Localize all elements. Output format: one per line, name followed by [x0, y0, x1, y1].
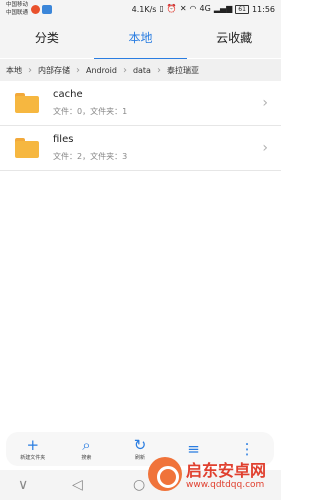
vibrate-icon: ▯	[159, 4, 164, 13]
refresh-icon: ↻	[133, 435, 147, 454]
carrier-1: 中国移动	[6, 2, 29, 8]
chevron-down-icon[interactable]: ∨	[18, 477, 28, 493]
new-folder-button[interactable]: + 新建文件夹	[8, 435, 58, 462]
search-button[interactable]: ⌕ 搜索	[61, 435, 111, 462]
breadcrumb: 本地 › 内部存储 › Android › data › 泰拉瑞亚	[0, 59, 281, 81]
list-item[interactable]: files 文件：2，文件夹：3 ›	[0, 126, 281, 171]
battery-icon: 61	[235, 4, 249, 14]
file-name: cache	[53, 89, 83, 100]
notification-icons	[31, 5, 52, 14]
clock: 11:56	[251, 4, 275, 14]
list-item[interactable]: cache 文件：0，文件夹：1 ›	[0, 81, 281, 126]
breadcrumb-item[interactable]: data	[127, 66, 157, 75]
carrier-labels: 中国移动 中国联通	[6, 1, 28, 17]
file-list: cache 文件：0，文件夹：1 › files 文件：2，文件夹：3 ›	[0, 81, 281, 171]
status-bar: 中国移动 中国联通 4.1K/s ▯ ⏰ ✕ ◠ 4G ▂▄▆ 61 11:56	[0, 0, 281, 20]
plus-icon: +	[26, 435, 40, 454]
watermark-logo	[148, 457, 182, 491]
notification-app-icon-2	[42, 5, 52, 14]
mute-icon: ✕	[179, 4, 187, 13]
status-indicators: 4.1K/s ▯ ⏰ ✕ ◠ 4G ▂▄▆ 61 11:56	[132, 4, 275, 14]
file-meta: 文件：2，文件夹：3	[53, 152, 128, 161]
tab-cloud[interactable]: 云收藏	[187, 20, 281, 58]
home-icon[interactable]: ○	[133, 477, 145, 493]
network-speed: 4.1K/s	[131, 4, 157, 14]
back-icon[interactable]: ◁	[72, 477, 83, 493]
chevron-right-icon: ›	[262, 95, 268, 111]
watermark: 启东安卓网 www.qdtdqq.com	[148, 455, 280, 499]
file-name: files	[53, 134, 74, 145]
folder-icon	[15, 138, 39, 158]
breadcrumb-item[interactable]: 内部存储	[32, 65, 76, 76]
network-type: 4G	[199, 4, 211, 13]
chevron-right-icon: ›	[262, 140, 268, 156]
wifi-icon: ◠	[189, 4, 197, 13]
tab-local[interactable]: 本地	[93, 20, 188, 60]
breadcrumb-item[interactable]: Android	[80, 66, 123, 75]
breadcrumb-item[interactable]: 本地	[0, 65, 28, 76]
signal-icon: ▂▄▆	[213, 4, 233, 13]
top-tabs: 分类 本地 云收藏	[0, 20, 281, 60]
carrier-2: 中国联通	[6, 10, 29, 16]
breadcrumb-item[interactable]: 泰拉瑞亚	[161, 65, 205, 76]
folder-icon	[15, 93, 39, 113]
alarm-icon: ⏰	[166, 4, 177, 13]
file-meta: 文件：0，文件夹：1	[53, 107, 128, 116]
tab-category[interactable]: 分类	[0, 20, 94, 58]
notification-app-icon	[31, 5, 40, 14]
watermark-title: 启东安卓网	[186, 461, 267, 480]
search-icon: ⌕	[82, 435, 91, 454]
watermark-url: www.qdtdqq.com	[186, 480, 265, 490]
